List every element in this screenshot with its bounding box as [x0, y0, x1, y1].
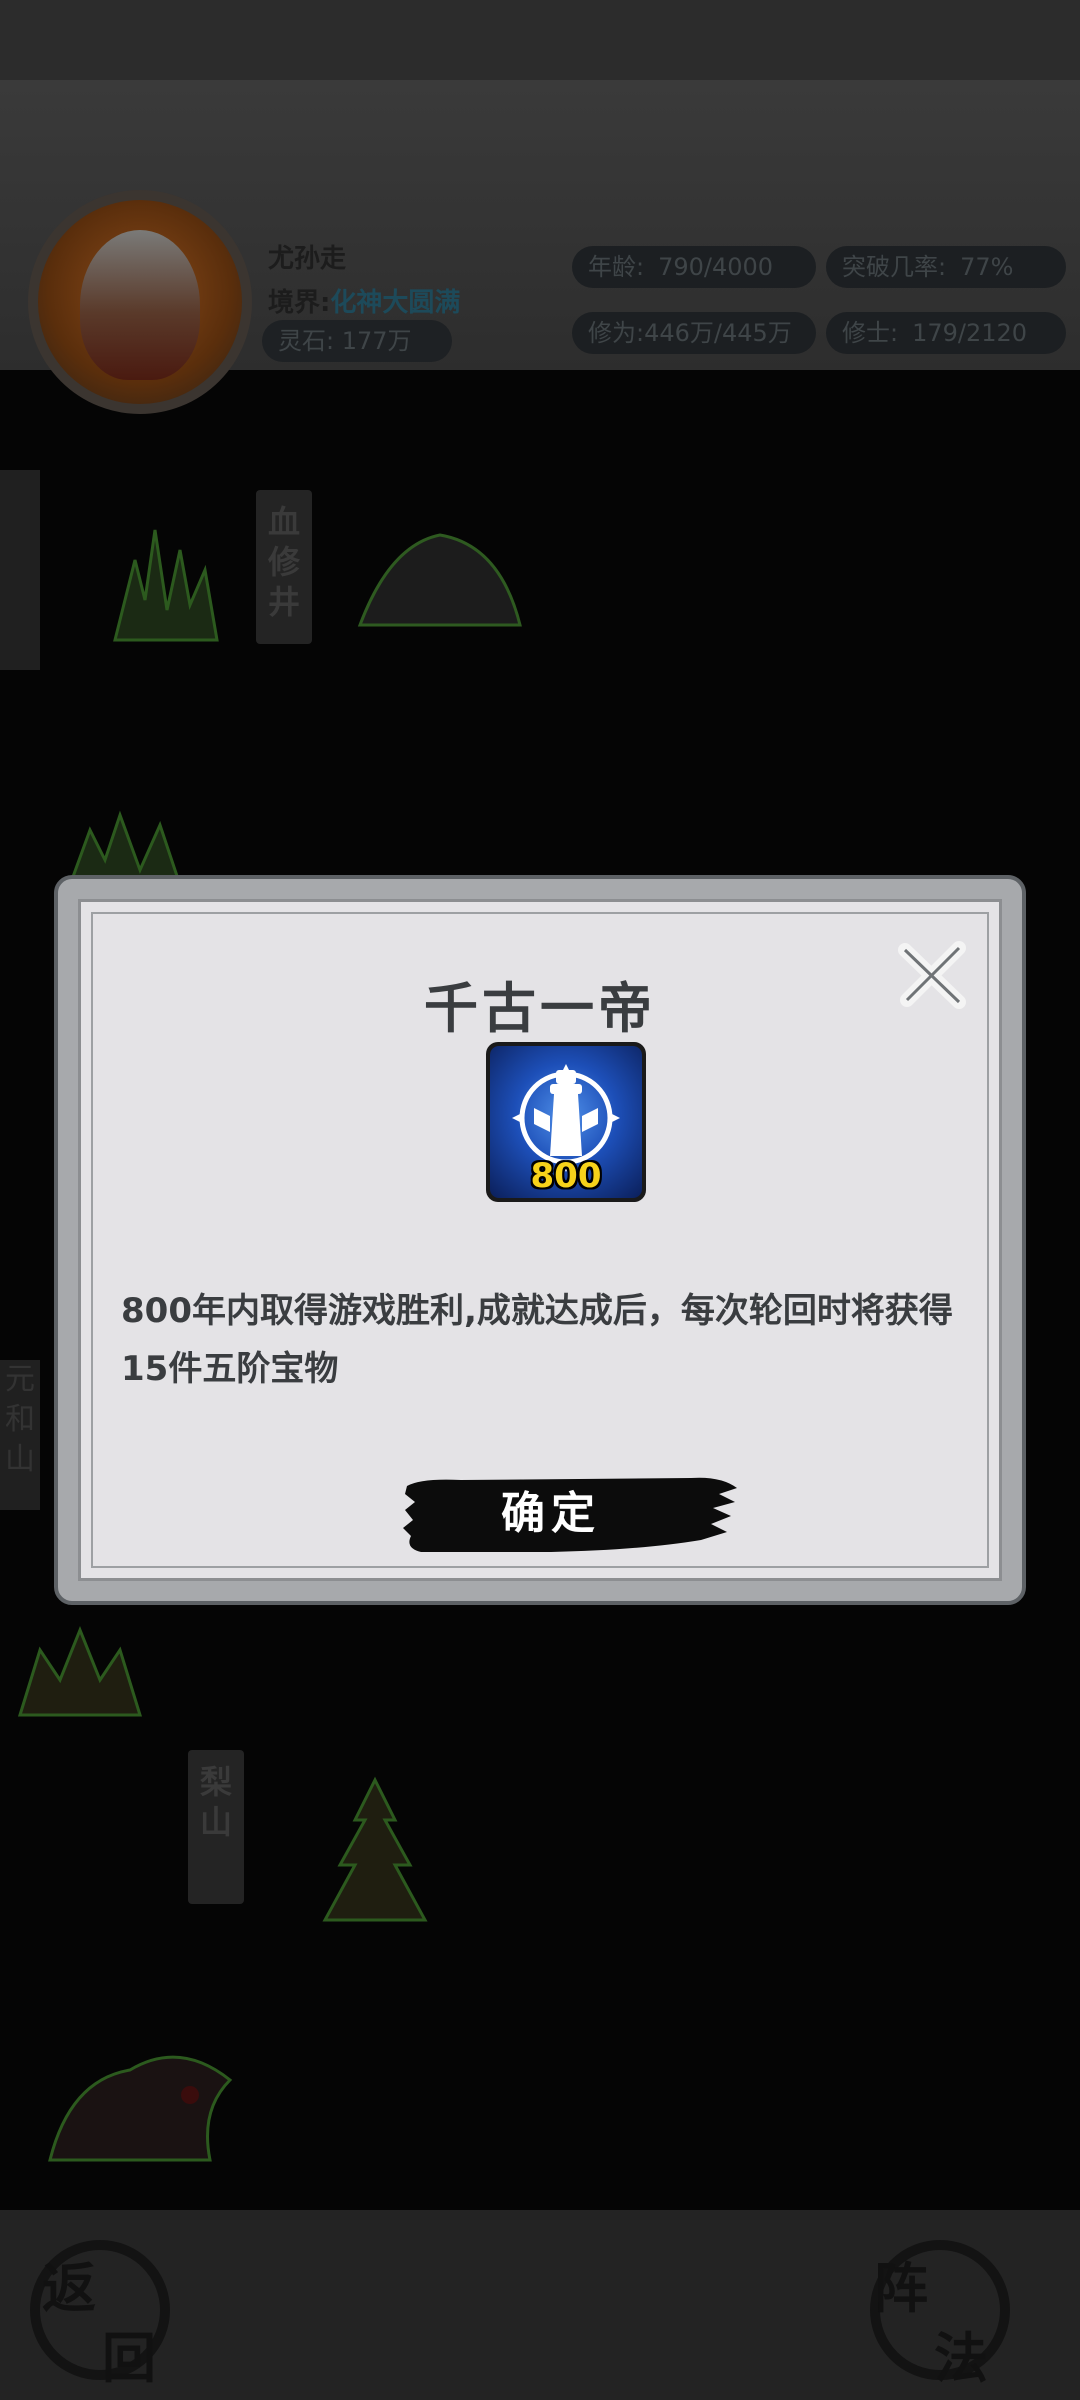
map-label-yuanhe-mountain[interactable]: 元和山 — [0, 1360, 40, 1510]
map-label-blood-well-text: 血修井 — [267, 503, 300, 621]
breakthrough-pill: 突破几率: 77% — [826, 246, 1066, 288]
map-label-pear-text: 梨山 — [199, 1763, 232, 1841]
map-node-lower-left[interactable] — [10, 1610, 150, 1720]
confirm-label: 确定 — [501, 1488, 601, 1539]
disciples-label: 修士: — [842, 319, 899, 347]
back-button[interactable]: 返 回 — [30, 2240, 170, 2390]
avatar-portrait — [80, 230, 200, 380]
map-node-pagoda[interactable] — [300, 1770, 450, 1930]
spirit-stone-value: 灵石: 177万 — [278, 327, 412, 355]
map-label-pear-mountain[interactable]: 梨山 — [188, 1750, 244, 1904]
realm-label: 境界: — [268, 288, 331, 318]
close-button[interactable] — [897, 940, 967, 1010]
map-node-blood-well[interactable] — [95, 490, 235, 650]
dialog-description: 800年内取得游戏胜利,成就达成后，每次轮回时将获得15件五阶宝物 — [121, 1291, 953, 1389]
badge-art: 800 — [490, 1046, 642, 1198]
breakthrough-label: 突破几率: — [842, 253, 947, 281]
disciples-pill: 修士: 179/2120 — [826, 312, 1066, 354]
age-pill: 年龄: 790/4000 — [572, 246, 816, 288]
cultivation-value: 446万/445万 — [644, 319, 792, 347]
disciples-value: 179/2120 — [912, 319, 1028, 347]
player-avatar[interactable] — [28, 190, 252, 414]
breakthrough-value: 77% — [960, 253, 1014, 281]
map-node-dragon[interactable] — [40, 2020, 240, 2170]
map-node-mountain[interactable] — [350, 515, 530, 635]
realm-value: 化神大圆满 — [330, 288, 461, 318]
cultivation-label: 修为: — [588, 319, 645, 347]
close-x-icon — [898, 941, 966, 1009]
dialog-title: 千古一帝 — [424, 976, 656, 1040]
player-name: 尤孙走 — [268, 244, 347, 274]
back-label-1: 返 — [42, 2256, 96, 2320]
confirm-button[interactable]: 确定 — [401, 1472, 737, 1556]
achievement-dialog: 千古一帝 800 800年内取得游戏胜利,成就达成后，每次轮回时将获得15件五阶… — [54, 875, 1026, 1605]
dialog-panel: 千古一帝 800 800年内取得游戏胜利,成就达成后，每次轮回时将获得15件五阶… — [78, 899, 1002, 1581]
back-label-2: 回 — [102, 2326, 156, 2390]
formation-button[interactable]: 阵 法 — [870, 2240, 1010, 2390]
bottom-bar: 返 回 阵 法 — [0, 2210, 1080, 2400]
age-value: 790/4000 — [658, 253, 774, 281]
map-label-blood-well[interactable]: 血修井 — [256, 490, 312, 644]
formation-label-1: 阵 — [874, 2256, 928, 2320]
achievement-badge: 800 — [486, 1042, 646, 1202]
top-strip — [0, 0, 1080, 80]
formation-label-2: 法 — [934, 2326, 988, 2390]
badge-number: 800 — [530, 1156, 602, 1196]
realm-row: 境界:化神大圆满 — [268, 282, 460, 319]
map-label-yuanhe-text: 元和山 — [5, 1362, 35, 1477]
spirit-stone-pill: 灵石: 177万 — [262, 320, 452, 362]
age-label: 年龄: — [588, 253, 645, 281]
cultivation-pill: 修为:446万/445万 — [572, 312, 816, 354]
map-edge-left-top — [0, 470, 40, 670]
